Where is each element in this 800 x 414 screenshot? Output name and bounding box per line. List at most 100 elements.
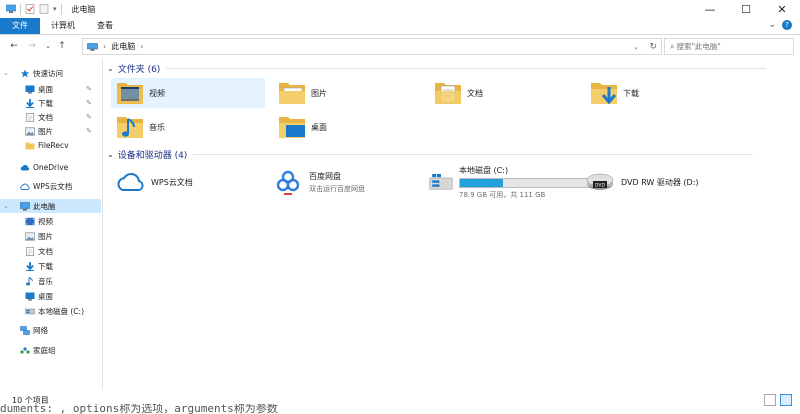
properties-icon[interactable] [25, 4, 35, 14]
nav-pc-videos[interactable]: 视频 [0, 214, 102, 228]
chevron-down-icon[interactable]: ⌄ [107, 64, 114, 73]
nav-pc-pictures[interactable]: 图片 [0, 229, 102, 243]
music-note-icon [26, 276, 33, 285]
folder-downloads[interactable]: 下载 [585, 78, 739, 108]
navigation-pane: ⌄ 快速访问 桌面 ✎ 下载 ✎ 文档 ✎ 图片 ✎ FileRecv OneD… [0, 58, 103, 390]
maximize-button[interactable]: ☐ [728, 0, 764, 18]
customize-qa-icon[interactable]: ▾ [53, 5, 57, 13]
breadcrumb-this-pc[interactable]: 此电脑 [111, 41, 135, 52]
pin-icon[interactable]: ✎ [86, 127, 92, 135]
device-baidu-netdisk[interactable]: 百度网盘 双击运行百度网盘 [273, 164, 423, 200]
tab-file[interactable]: 文件 [0, 18, 40, 34]
nav-quick-access[interactable]: ⌄ 快速访问 [0, 66, 102, 80]
refresh-icon[interactable]: ↻ [649, 42, 657, 52]
nav-label: 图片 [38, 231, 53, 241]
tab-computer[interactable]: 计算机 [40, 18, 86, 34]
tile-label: 视频 [149, 88, 165, 98]
minimize-button[interactable]: — [692, 0, 728, 18]
nav-pc-documents[interactable]: 文档 [0, 244, 102, 258]
download-arrow-icon [26, 98, 34, 108]
video-icon [25, 217, 35, 225]
search-box[interactable]: ⌕ [664, 38, 794, 55]
tab-view[interactable]: 查看 [86, 18, 124, 34]
dvd-drive-icon: DVD [586, 173, 614, 190]
address-bar[interactable]: › 此电脑 › ⌄ ↻ [82, 38, 662, 55]
nav-label: 本地磁盘 (C:) [38, 306, 84, 316]
folder-icon [25, 142, 35, 149]
pin-icon[interactable]: ✎ [86, 99, 92, 107]
breadcrumb-separator-icon[interactable]: › [140, 42, 143, 51]
homegroup-icon [20, 346, 30, 354]
chevron-down-icon[interactable]: ⌄ [3, 69, 9, 77]
folder-videos[interactable]: 视频 [111, 78, 265, 108]
help-icon[interactable]: ? [782, 20, 792, 30]
nav-homegroup[interactable]: 家庭组 [0, 343, 102, 357]
address-row: ← → ⌄ ↑ › 此电脑 › ⌄ ↻ ⌕ [0, 36, 800, 56]
nav-quick-pictures[interactable]: 图片 ✎ [0, 124, 102, 138]
desktop-icon [25, 292, 35, 300]
devices-group-header[interactable]: ⌄ 设备和驱动器 (4) [107, 148, 787, 161]
folders-group-header[interactable]: ⌄ 文件夹 (6) [107, 62, 787, 75]
back-arrow-icon[interactable]: ← [8, 41, 20, 51]
nav-label: 网络 [33, 325, 48, 335]
nav-this-pc[interactable]: ⌄ 此电脑 [0, 199, 101, 213]
device-local-disk-c[interactable]: 本地磁盘 (C:) 78.9 GB 可用，共 111 GB [429, 164, 609, 200]
downloads-folder-icon [591, 83, 617, 105]
device-name: 百度网盘 [309, 171, 341, 181]
picture-icon [25, 232, 35, 241]
drive-icon [25, 308, 35, 314]
nav-label: 下载 [38, 261, 53, 271]
folder-documents[interactable]: 文档 [429, 78, 583, 108]
folder-music[interactable]: 音乐 [111, 112, 265, 142]
computer-icon [6, 4, 16, 13]
tile-label: 下载 [623, 88, 639, 98]
window-controls: — ☐ ✕ [692, 0, 800, 18]
nav-network[interactable]: 网络 [0, 323, 102, 337]
baidu-netdisk-icon [276, 170, 300, 195]
nav-pc-desktop[interactable]: 桌面 [0, 289, 102, 303]
pin-icon[interactable]: ✎ [86, 113, 92, 121]
up-arrow-icon[interactable]: ↑ [56, 41, 68, 51]
nav-pc-local-disk[interactable]: 本地磁盘 (C:) [0, 304, 102, 318]
nav-pc-music[interactable]: 音乐 [0, 274, 102, 288]
nav-label: 文档 [38, 112, 53, 122]
nav-label: 音乐 [38, 276, 53, 286]
folder-pictures[interactable]: 图片 [273, 78, 427, 108]
nav-quick-desktop[interactable]: 桌面 ✎ [0, 82, 102, 96]
cloud-icon [20, 183, 30, 190]
desktop-icon [25, 85, 35, 93]
nav-label: 此电脑 [33, 201, 56, 211]
nav-quick-filerecv[interactable]: FileRecv [0, 138, 102, 152]
ribbon-tabs: 文件 计算机 查看 ⌄ ? [0, 18, 800, 35]
document-icon [26, 246, 34, 256]
nav-quick-downloads[interactable]: 下载 ✎ [0, 96, 102, 110]
folder-desktop[interactable]: 桌面 [273, 112, 427, 142]
nav-wps-cloud[interactable]: WPS云文档 [0, 179, 102, 193]
picture-icon [25, 127, 35, 136]
wps-cloud-icon [117, 173, 144, 191]
desktop-folder-icon [279, 117, 305, 138]
device-name: WPS云文档 [151, 177, 193, 187]
computer-icon [87, 42, 98, 51]
nav-onedrive[interactable]: OneDrive [0, 160, 102, 174]
content-pane: ⌄ 文件夹 (6) 视频 图片 文档 下载 音乐 桌面 ⌄ 设备和驱动器 (4)… [103, 58, 800, 390]
expand-ribbon-icon[interactable]: ⌄ [768, 20, 776, 30]
nav-label: WPS云文档 [33, 181, 73, 191]
nav-pc-downloads[interactable]: 下载 [0, 259, 102, 273]
device-wps-cloud[interactable]: WPS云文档 [115, 164, 265, 200]
address-dropdown-icon[interactable]: ⌄ [633, 43, 639, 51]
new-folder-icon[interactable] [39, 4, 49, 14]
device-dvd-drive[interactable]: DVD DVD RW 驱动器 (D:) [585, 164, 745, 200]
chevron-down-icon[interactable]: ⌄ [3, 202, 9, 210]
nav-label: 家庭组 [33, 345, 56, 355]
chevron-down-icon[interactable]: ⌄ [107, 150, 114, 159]
nav-label: 桌面 [38, 291, 53, 301]
close-button[interactable]: ✕ [764, 0, 800, 18]
forward-arrow-icon[interactable]: → [26, 41, 38, 51]
windows-drive-icon [429, 174, 453, 190]
documents-folder-icon [435, 83, 461, 104]
recent-locations-icon[interactable]: ⌄ [42, 42, 54, 50]
pin-icon[interactable]: ✎ [86, 85, 92, 93]
nav-quick-documents[interactable]: 文档 ✎ [0, 110, 102, 124]
search-input[interactable] [674, 42, 777, 51]
